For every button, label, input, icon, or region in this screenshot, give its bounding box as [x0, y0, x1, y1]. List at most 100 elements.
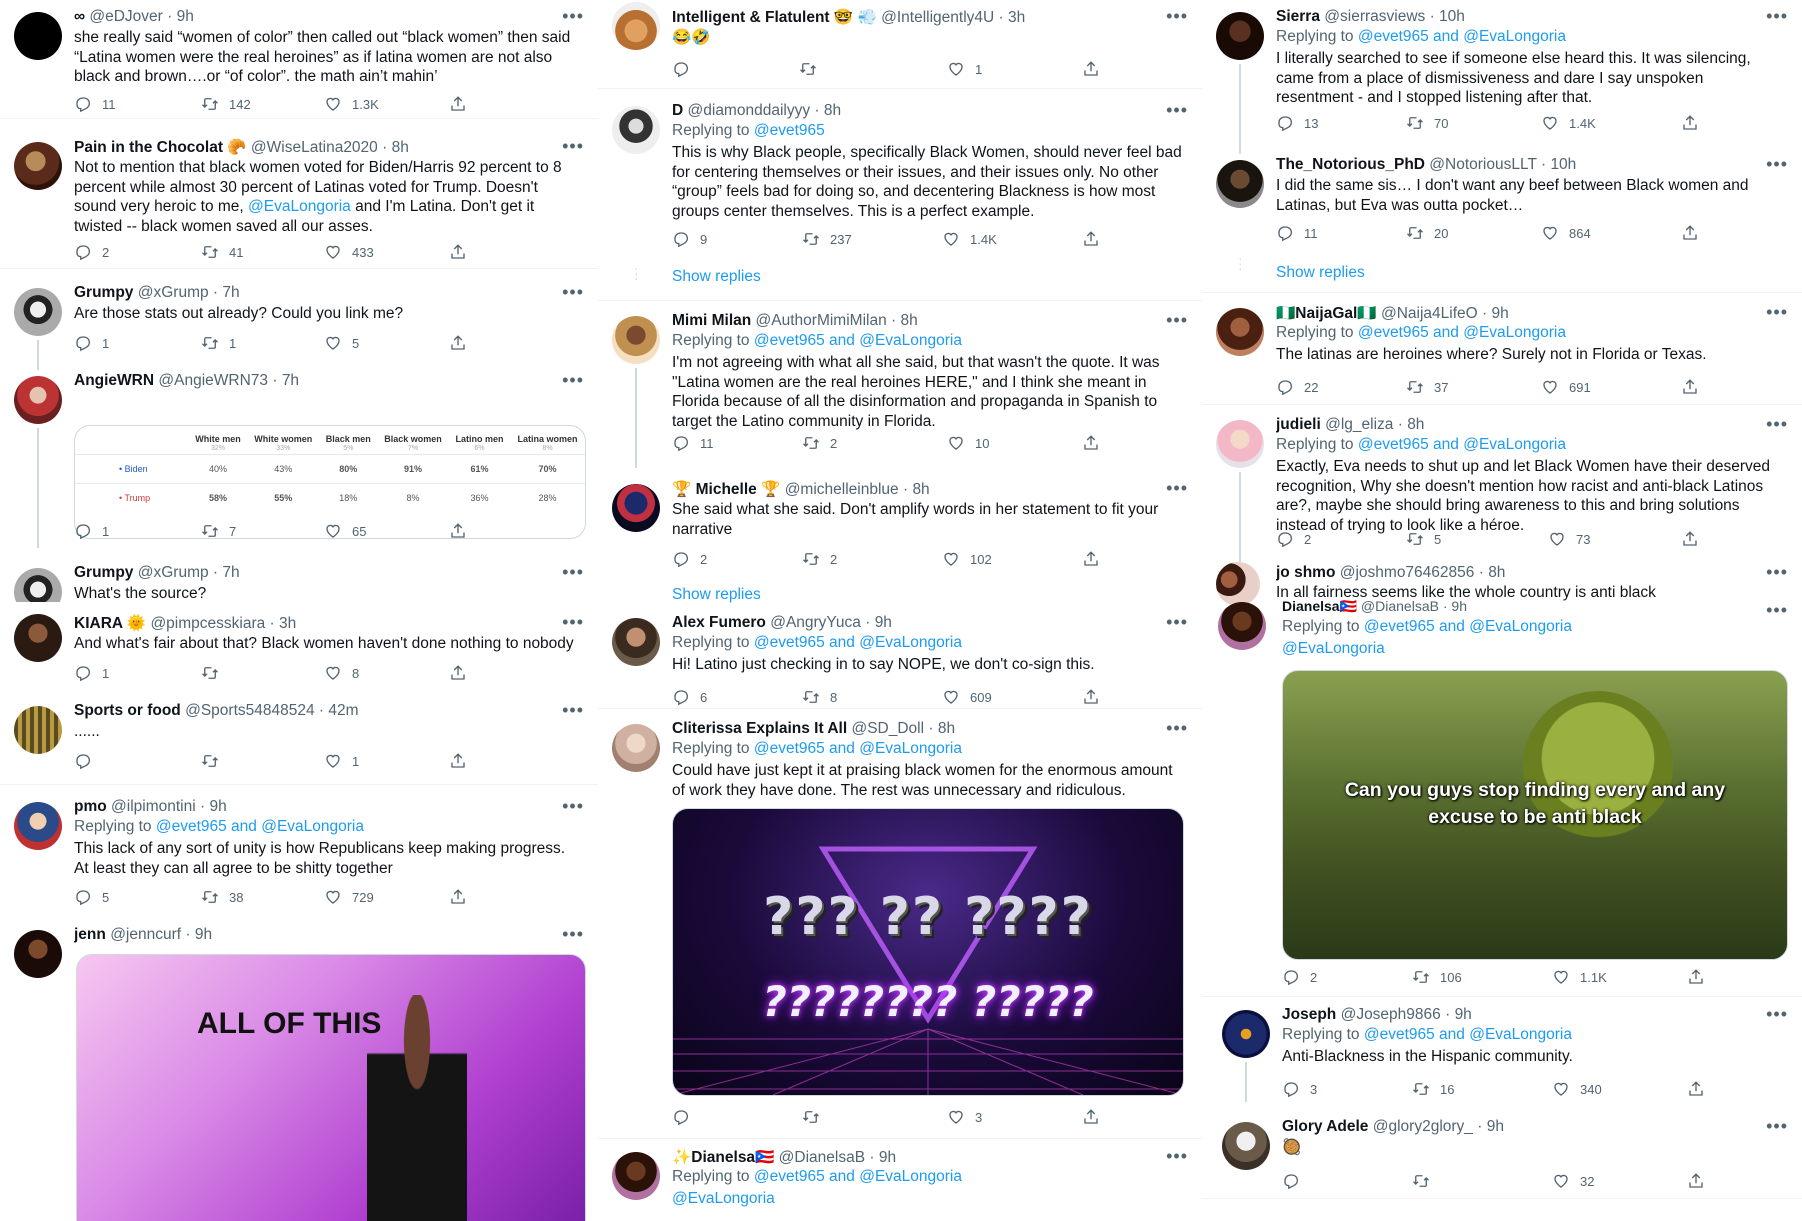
- more-options-icon[interactable]: •••: [562, 6, 584, 27]
- timestamp[interactable]: 3h: [279, 615, 296, 632]
- like-button[interactable]: 1: [324, 752, 359, 770]
- timestamp[interactable]: 10h: [1439, 8, 1465, 25]
- timestamp[interactable]: 7h: [282, 372, 299, 389]
- retweet-button[interactable]: 37: [1406, 378, 1448, 396]
- reply-to-link[interactable]: @evet965 and @EvaLongoria: [754, 332, 962, 349]
- more-options-icon[interactable]: •••: [1766, 562, 1788, 583]
- avatar[interactable]: [612, 316, 660, 364]
- share-button[interactable]: [1082, 688, 1100, 706]
- like-button[interactable]: 1.4K: [1541, 114, 1596, 132]
- tweet[interactable]: Sierra @sierrasviews · 10h ••• Replying …: [1202, 6, 1802, 154]
- share-button[interactable]: [449, 522, 467, 540]
- retweet-button[interactable]: 70: [1406, 114, 1448, 132]
- reply-button[interactable]: [1282, 1172, 1310, 1190]
- share-button[interactable]: [449, 95, 467, 113]
- more-options-icon[interactable]: •••: [1166, 310, 1188, 331]
- reply-button[interactable]: 6: [672, 688, 707, 706]
- timestamp[interactable]: 7h: [222, 564, 239, 581]
- more-options-icon[interactable]: •••: [1166, 6, 1188, 27]
- display-name[interactable]: KIARA 🌞: [74, 615, 146, 632]
- handle[interactable]: @lg_eliza: [1325, 416, 1393, 433]
- share-button[interactable]: [449, 752, 467, 770]
- share-button[interactable]: [449, 334, 467, 352]
- avatar[interactable]: [14, 706, 62, 754]
- more-options-icon[interactable]: •••: [562, 796, 584, 817]
- share-button[interactable]: [1082, 434, 1100, 452]
- handle[interactable]: @DianelsaB: [1361, 598, 1439, 614]
- tweet[interactable]: Cliterissa Explains It All @SD_Doll · 8h…: [598, 718, 1202, 1138]
- retweet-button[interactable]: 16: [1412, 1080, 1454, 1098]
- avatar[interactable]: [14, 142, 62, 190]
- more-options-icon[interactable]: •••: [562, 370, 584, 391]
- handle[interactable]: @Sports54848524: [185, 702, 315, 719]
- timestamp[interactable]: 9h: [1455, 1006, 1472, 1023]
- display-name[interactable]: judieli: [1276, 416, 1321, 433]
- display-name[interactable]: 🏆 Michelle 🏆: [672, 481, 780, 498]
- handle[interactable]: @pimpcesskiara: [150, 615, 265, 632]
- share-button[interactable]: [1082, 230, 1100, 248]
- avatar[interactable]: [14, 288, 62, 336]
- reply-to-link[interactable]: @evet965 and @EvaLongoria: [754, 634, 962, 651]
- tweet[interactable]: Grumpy @xGrump · 7h ••• Are those stats …: [0, 282, 598, 370]
- reply-button[interactable]: 1: [74, 334, 109, 352]
- retweet-button[interactable]: 8: [802, 688, 837, 706]
- avatar[interactable]: [14, 568, 62, 602]
- share-button[interactable]: [1687, 968, 1705, 986]
- more-options-icon[interactable]: •••: [562, 562, 584, 583]
- retweet-button[interactable]: [799, 60, 827, 78]
- share-button[interactable]: [1687, 1080, 1705, 1098]
- tweet[interactable]: ✨Dianelsa🇵🇷 @DianelsaB · 9h ••• Replying…: [598, 1146, 1202, 1221]
- more-options-icon[interactable]: •••: [562, 612, 584, 633]
- tweet[interactable]: KIARA 🌞 @pimpcesskiara · 3h ••• And what…: [0, 612, 598, 682]
- tweet[interactable]: judieli @lg_eliza · 8h ••• Replying to @…: [1202, 414, 1802, 562]
- display-name[interactable]: Cliterissa Explains It All: [672, 720, 847, 737]
- retweet-button[interactable]: 106: [1412, 968, 1462, 986]
- like-button[interactable]: 5: [324, 334, 359, 352]
- retweet-button[interactable]: 1: [201, 334, 236, 352]
- reply-button[interactable]: 11: [74, 95, 116, 113]
- reply-button[interactable]: 2: [672, 550, 707, 568]
- avatar[interactable]: [1222, 1122, 1270, 1170]
- avatar[interactable]: [1216, 420, 1264, 468]
- reply-to-link[interactable]: @evet965 and @EvaLongoria: [1358, 436, 1566, 453]
- like-button[interactable]: 73: [1548, 530, 1590, 548]
- gif-media[interactable]: ALL OF THIS: [76, 954, 586, 1221]
- tweet[interactable]: AngieWRN @AngieWRN73 · 7h ••• White men 3…: [0, 370, 598, 550]
- display-name[interactable]: Grumpy: [74, 284, 133, 301]
- display-name[interactable]: Joseph: [1282, 1006, 1336, 1023]
- display-name[interactable]: AngieWRN: [74, 372, 154, 389]
- display-name[interactable]: Sports or food: [74, 702, 181, 719]
- tweet[interactable]: Intelligent & Flatulent 🤓 💨 @Intelligent…: [598, 2, 1202, 86]
- display-name[interactable]: Intelligent & Flatulent 🤓 💨: [672, 9, 877, 26]
- show-replies-link[interactable]: Show replies: [672, 586, 761, 604]
- retweet-button[interactable]: [1412, 1172, 1440, 1190]
- like-button[interactable]: 433: [324, 243, 374, 261]
- retweet-button[interactable]: 2: [802, 434, 837, 452]
- more-options-icon[interactable]: •••: [1166, 1146, 1188, 1167]
- display-name[interactable]: ✨Dianelsa🇵🇷: [672, 1149, 774, 1166]
- reply-button[interactable]: 3: [1282, 1080, 1317, 1098]
- avatar[interactable]: [1216, 562, 1260, 606]
- avatar[interactable]: [14, 802, 62, 850]
- timestamp[interactable]: 9h: [209, 798, 226, 815]
- timestamp[interactable]: 9h: [879, 1149, 896, 1166]
- display-name[interactable]: 🇳🇬NaijaGal🇳🇬: [1276, 305, 1377, 322]
- like-button[interactable]: 729: [324, 888, 374, 906]
- handle[interactable]: @ilpimontini: [111, 798, 196, 815]
- reply-button[interactable]: 2: [1276, 530, 1311, 548]
- avatar[interactable]: [612, 618, 660, 666]
- timestamp[interactable]: 8h: [824, 102, 841, 119]
- reply-to-link[interactable]: @evet965 and @EvaLongoria: [754, 1168, 962, 1185]
- more-options-icon[interactable]: •••: [1766, 1116, 1788, 1137]
- tweet[interactable]: The_Notorious_PhD @NotoriousLLT · 10h ••…: [1202, 154, 1802, 284]
- reply-button[interactable]: 11: [672, 434, 714, 452]
- avatar[interactable]: [14, 614, 62, 662]
- display-name[interactable]: ∞: [74, 8, 85, 25]
- timestamp[interactable]: 9h: [177, 8, 194, 25]
- tweet[interactable]: Joseph @Joseph9866 · 9h ••• Replying to …: [1202, 1004, 1802, 1104]
- reply-button[interactable]: 1: [74, 664, 109, 682]
- timestamp[interactable]: 9h: [1487, 1118, 1504, 1135]
- like-button[interactable]: 864: [1541, 224, 1591, 242]
- retweet-button[interactable]: [201, 752, 229, 770]
- reply-to-link[interactable]: @evet965 and @EvaLongoria: [754, 740, 962, 757]
